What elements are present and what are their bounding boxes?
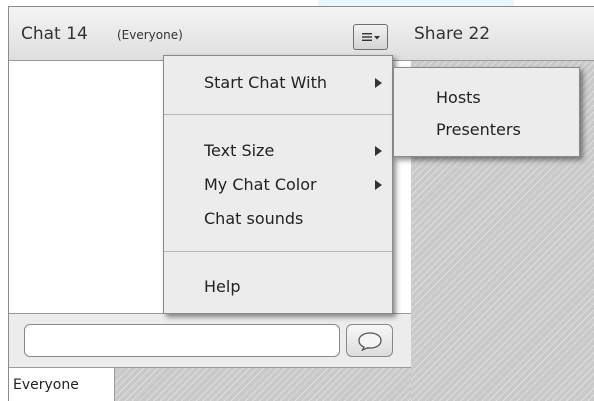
chat-scope-label: (Everyone)	[117, 28, 183, 42]
submenu-arrow-icon	[375, 146, 382, 156]
menu-item-my-chat-color[interactable]: My Chat Color	[164, 170, 392, 200]
submenu-item-hosts[interactable]: Hosts	[394, 83, 579, 113]
menu-item-label: My Chat Color	[204, 175, 317, 194]
speech-bubble-icon	[357, 331, 382, 351]
menu-separator	[164, 114, 392, 115]
chat-message-input[interactable]	[24, 324, 340, 357]
menu-item-label: Chat sounds	[204, 209, 304, 228]
menu-item-label: Start Chat With	[204, 73, 327, 92]
pod-options-menu-button[interactable]	[353, 24, 388, 50]
submenu-item-presenters[interactable]: Presenters	[394, 115, 579, 145]
share-pod-title: Share 22	[414, 24, 491, 44]
chat-tab-bar: Everyone	[9, 368, 411, 401]
submenu-item-label: Hosts	[436, 88, 481, 107]
menu-item-label: Text Size	[204, 141, 275, 160]
submenu-arrow-icon	[375, 78, 382, 88]
menu-item-text-size[interactable]: Text Size	[164, 136, 392, 166]
start-chat-with-submenu: Hosts Presenters	[393, 67, 580, 157]
menu-separator	[164, 251, 392, 252]
menu-lines-dropdown-icon	[361, 33, 380, 41]
menu-item-label: Help	[204, 277, 241, 296]
chat-pod-title: Chat 14	[21, 24, 88, 44]
tab-bar-filler	[115, 368, 411, 401]
share-pod-header: Share 22	[411, 6, 594, 61]
tab-everyone-label: Everyone	[13, 377, 79, 393]
chat-pod-header: Chat 14 (Everyone)	[9, 6, 411, 61]
submenu-arrow-icon	[375, 180, 382, 190]
share-pod: Share 22	[411, 6, 594, 401]
menu-item-start-chat-with[interactable]: Start Chat With	[164, 68, 392, 98]
submenu-item-label: Presenters	[436, 120, 521, 139]
menu-item-help[interactable]: Help	[164, 272, 392, 302]
tab-everyone[interactable]: Everyone	[9, 368, 115, 401]
chat-input-bar	[9, 313, 411, 368]
send-message-button[interactable]	[346, 324, 393, 357]
menu-item-chat-sounds[interactable]: Chat sounds	[164, 204, 392, 234]
chat-options-menu: Start Chat With Text Size My Chat Color …	[163, 55, 393, 314]
